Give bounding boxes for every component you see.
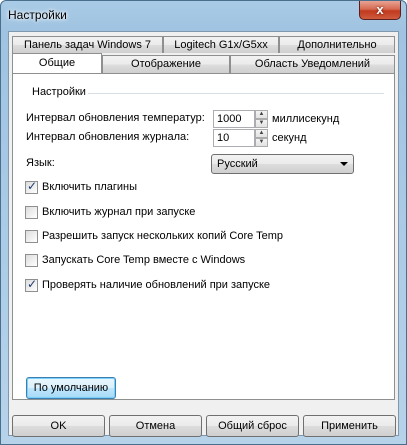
checkbox-label: Запускать Core Temp вместе с Windows: [42, 254, 246, 266]
spin-up-icon[interactable]: ▲: [255, 110, 268, 119]
check-icon: ✓: [27, 179, 38, 193]
reset-all-button[interactable]: Общий сброс: [206, 415, 299, 437]
log-interval-spinner[interactable]: ▲ ▼: [255, 129, 268, 147]
cancel-button[interactable]: Отмена: [109, 415, 202, 437]
cancel-button-label: Отмена: [135, 420, 176, 432]
chevron-down-icon: [340, 162, 348, 166]
defaults-button-label: По умолчанию: [33, 382, 109, 394]
checkbox-label: Проверять наличие обновлений при запуске: [42, 279, 271, 291]
temp-interval-label: Интервал обновления температур:: [26, 112, 205, 124]
apply-button-label: Применить: [321, 420, 378, 432]
group-divider: [88, 93, 384, 94]
spin-up-icon[interactable]: ▲: [255, 129, 268, 138]
panel-content: Настройки Интервал обновления температур…: [1, 1, 406, 444]
log-interval-input[interactable]: 10: [213, 129, 255, 147]
checkbox[interactable]: ✓: [25, 179, 38, 194]
language-selected: Русский: [217, 158, 258, 170]
ok-button-label: OK: [50, 420, 67, 432]
defaults-button[interactable]: По умолчанию: [26, 377, 116, 399]
temp-interval-unit: миллисекунд: [272, 113, 340, 125]
checkbox[interactable]: [25, 254, 38, 267]
apply-button[interactable]: Применить: [303, 415, 396, 437]
log-interval-label: Интервал обновления журнала:: [26, 131, 190, 143]
temp-interval-spinner[interactable]: ▲ ▼: [255, 110, 268, 128]
temp-interval-value: 1000: [217, 113, 242, 125]
checkbox-label: Разрешить запуск нескольких копий Core T…: [42, 230, 284, 242]
log-interval-unit: секунд: [272, 132, 307, 144]
temp-interval-input[interactable]: 1000: [213, 110, 255, 128]
log-interval-value: 10: [217, 132, 230, 144]
checkbox[interactable]: [25, 206, 38, 219]
check-icon: ✓: [27, 277, 38, 291]
spin-down-icon[interactable]: ▼: [255, 119, 268, 128]
checkbox-label: Включить журнал при запуске: [42, 206, 196, 218]
checkbox-label: Включить плагины: [42, 181, 138, 193]
spin-down-icon[interactable]: ▼: [255, 138, 268, 147]
language-select[interactable]: Русский: [211, 154, 354, 174]
checkbox[interactable]: ✓: [25, 277, 38, 292]
checkbox[interactable]: [25, 230, 38, 243]
settings-window: Настройки x Панель задач Windows 7 Logit…: [0, 0, 407, 445]
reset-all-button-label: Общий сброс: [218, 420, 287, 432]
ok-button[interactable]: OK: [12, 415, 105, 437]
language-label: Язык:: [26, 157, 55, 169]
group-title: Настройки: [32, 86, 86, 98]
